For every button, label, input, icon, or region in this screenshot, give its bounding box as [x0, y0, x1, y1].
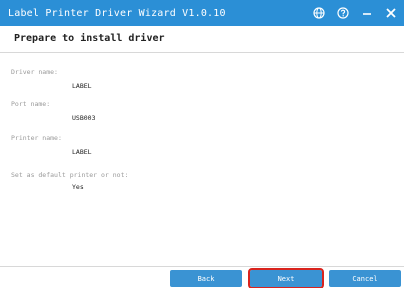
next-button[interactable]: Next [248, 268, 324, 288]
minimize-icon[interactable] [360, 6, 374, 20]
back-button[interactable]: Back [170, 270, 242, 287]
page-title: Prepare to install driver [14, 33, 165, 44]
close-icon[interactable] [384, 6, 398, 20]
printer-name-label: Printer name: [11, 134, 62, 142]
window-title: Label Printer Driver Wizard V1.0.10 [8, 7, 226, 19]
driver-name-label: Driver name: [11, 68, 58, 76]
default-printer-label: Set as default printer or not: [11, 171, 129, 179]
help-icon[interactable] [336, 6, 350, 20]
globe-icon[interactable] [312, 6, 326, 20]
wizard-header: Prepare to install driver [0, 26, 404, 53]
port-name-label: Port name: [11, 100, 51, 108]
driver-name-value: LABEL [72, 82, 92, 90]
printer-name-value: LABEL [72, 148, 92, 156]
port-name-value: USB003 [72, 114, 96, 122]
window-controls [312, 0, 398, 26]
default-printer-value: Yes [72, 183, 84, 191]
cancel-button[interactable]: Cancel [329, 270, 401, 287]
title-bar: Label Printer Driver Wizard V1.0.10 [0, 0, 404, 26]
